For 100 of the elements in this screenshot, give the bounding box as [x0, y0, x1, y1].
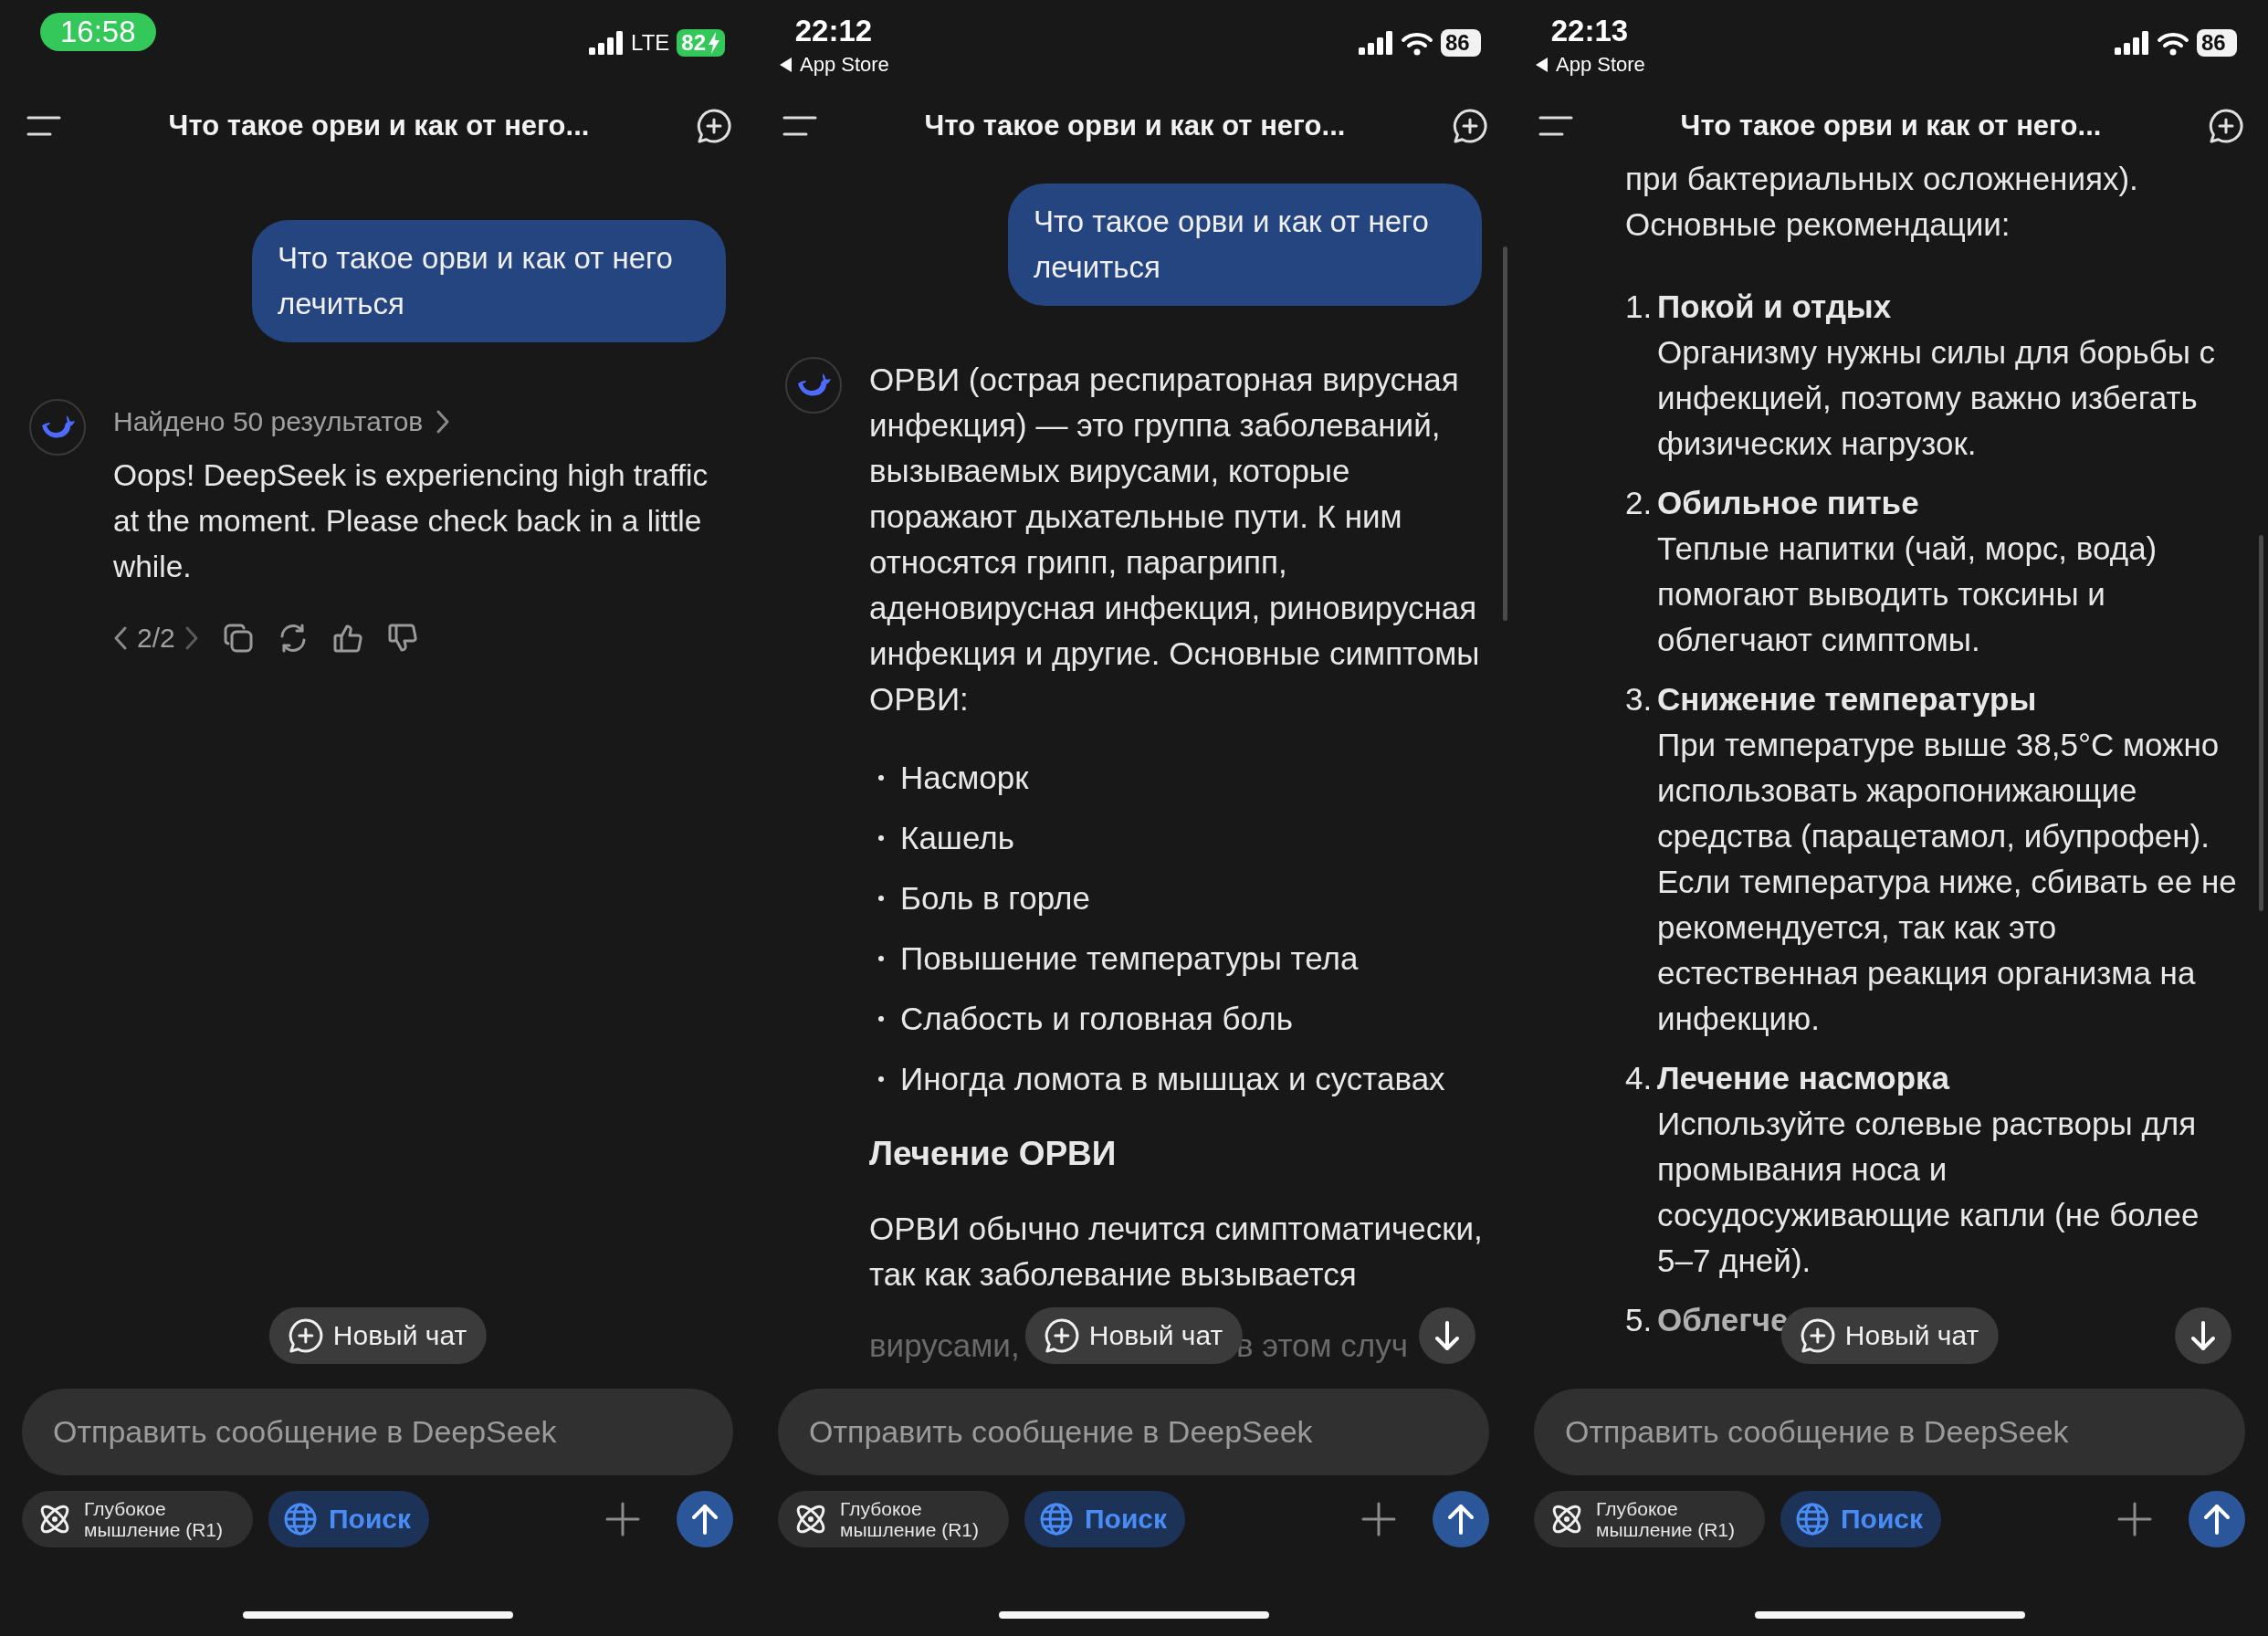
- list-item: Иногда ломота в мышцах и суставах: [900, 1061, 1445, 1097]
- list-number: 5.: [1625, 1301, 1654, 1339]
- deep-thinking-toggle[interactable]: Глубокое мышление (R1): [1534, 1491, 1765, 1547]
- signal-icon: [589, 31, 625, 55]
- attach-button[interactable]: [2116, 1501, 2153, 1537]
- menu-icon: [1538, 114, 1574, 138]
- menu-button[interactable]: [782, 114, 818, 138]
- chat-plus-icon: [287, 1317, 324, 1354]
- back-link[interactable]: App Store: [778, 53, 889, 77]
- dislike-button[interactable]: [386, 623, 418, 654]
- bullet-icon: [878, 775, 884, 781]
- next-button[interactable]: [184, 625, 199, 651]
- message-input[interactable]: Отправить сообщение в DeepSeek: [778, 1389, 1489, 1475]
- list-item-title: Снижение температуры: [1657, 680, 2038, 718]
- list-item-title: Обильное питье: [1657, 484, 1920, 522]
- chat-title: Что такое орви и как от него...: [924, 110, 1346, 142]
- list-number: 2.: [1625, 484, 1654, 522]
- list-item-text: Теплые напитки (чай, морс, вода) помогают выводить токсины и облегчают симптомы.: [1657, 530, 2158, 659]
- new-chat-button[interactable]: Новый чат: [268, 1307, 488, 1364]
- previous-button[interactable]: [113, 625, 128, 651]
- search-toggle[interactable]: Поиск: [1024, 1491, 1186, 1547]
- list-item: Повышение температуры тела: [900, 940, 1359, 977]
- message-input[interactable]: Отправить сообщение в DeepSeek: [22, 1389, 733, 1475]
- chevron-left-icon: [113, 625, 128, 651]
- list-item: Кашель: [900, 820, 1014, 856]
- list-number: 4.: [1625, 1059, 1654, 1097]
- wifi-icon: [1401, 30, 1433, 56]
- deep-thinking-toggle[interactable]: Глубокое мышление (R1): [778, 1491, 1009, 1547]
- list-number: 3.: [1625, 680, 1654, 718]
- user-message-bubble: Что такое орви и как от него лечиться: [1008, 184, 1482, 306]
- globe-icon: [1039, 1502, 1074, 1536]
- search-toggle[interactable]: Поиск: [1780, 1491, 1942, 1547]
- thumbs-down-icon: [386, 623, 418, 654]
- status-time: 22:12: [794, 13, 873, 49]
- chat-plus-icon: [1799, 1317, 1836, 1354]
- globe-icon: [1795, 1502, 1830, 1536]
- attach-button[interactable]: [1360, 1501, 1397, 1537]
- battery-level: 82: [681, 30, 706, 56]
- bullet-icon: [878, 896, 884, 901]
- back-link[interactable]: App Store: [1534, 53, 1645, 77]
- menu-icon: [782, 114, 818, 138]
- back-arrow-icon: [778, 57, 793, 73]
- new-chat-icon-button[interactable]: [2208, 108, 2244, 144]
- attach-button[interactable]: [604, 1501, 641, 1537]
- bullet-icon: [878, 1076, 884, 1082]
- bullet-icon: [878, 835, 884, 841]
- list-item: Насморк: [900, 760, 1029, 796]
- menu-button[interactable]: [26, 114, 62, 138]
- status-time: 16:58: [40, 13, 156, 51]
- plus-icon: [1360, 1501, 1397, 1537]
- wifi-icon: [2157, 30, 2189, 56]
- thumbs-up-icon: [331, 623, 363, 654]
- like-button[interactable]: [331, 623, 363, 654]
- plus-icon: [604, 1501, 641, 1537]
- arrow-up-icon: [2202, 1503, 2231, 1536]
- chat-plus-icon: [2208, 108, 2244, 144]
- search-toggle[interactable]: Поиск: [268, 1491, 430, 1547]
- back-arrow-icon: [1534, 57, 1549, 73]
- response-paragraph: ОРВИ обычно лечится симптоматически, так как заболевание вызывается: [869, 1210, 1484, 1294]
- lightning-icon: [708, 32, 720, 54]
- globe-icon: [283, 1502, 318, 1536]
- list-item-title: Лечение насморка: [1657, 1059, 1951, 1097]
- network-label: LTE: [631, 30, 670, 56]
- list-item: Слабость и головная боль: [900, 1001, 1293, 1037]
- arrow-down-icon: [2189, 1320, 2217, 1351]
- menu-button[interactable]: [1538, 114, 1574, 138]
- chat-plus-icon: [1043, 1317, 1080, 1354]
- search-results-link[interactable]: Найдено 50 результатов: [113, 399, 711, 445]
- response-paragraph: Oops! DeepSeek is experiencing high traffic at the moment. Please check back in a little while.: [113, 457, 709, 585]
- chat-plus-icon: [1452, 108, 1488, 144]
- arrow-up-icon: [690, 1503, 719, 1536]
- signal-icon: [2115, 31, 2149, 55]
- bullet-icon: [878, 1016, 884, 1022]
- chat-plus-icon: [696, 108, 732, 144]
- bullet-icon: [878, 956, 884, 961]
- arrow-up-icon: [1446, 1503, 1475, 1536]
- list-item-text: Организму нужны силы для борьбы с инфекцией, поэтому важно избегать физических нагрузок.: [1657, 333, 2217, 463]
- chat-title: Что такое орви и как от него...: [168, 110, 590, 142]
- arrow-down-icon: [1433, 1320, 1461, 1351]
- battery-level: 86: [2201, 30, 2226, 56]
- copy-icon: [222, 623, 254, 654]
- chevron-right-icon: [184, 625, 199, 651]
- status-time: 22:13: [1550, 13, 1629, 49]
- chat-title: Что такое орви и как от него...: [1680, 110, 2102, 142]
- list-item-text: При температуре выше 38,5°C можно использовать жаропонижающие средства (парацетамол, ибупрофен). Если температура ниже, сбивать ее не рекомендуется, так как это естественная реакция организма на инфекцию.: [1657, 726, 2238, 1038]
- signal-icon: [1359, 31, 1393, 55]
- plus-icon: [2116, 1501, 2153, 1537]
- menu-icon: [26, 114, 62, 138]
- message-input[interactable]: Отправить сообщение в DeepSeek: [1534, 1389, 2245, 1475]
- chevron-right-icon: [436, 409, 451, 435]
- list-number: 1.: [1625, 288, 1654, 326]
- response-paragraph: ОРВИ (острая респираторная вирусная инфекция) — это группа заболеваний, вызываемых вирусами, которые поражают дыхательные пути. К ним относятся грипп, парагрипп, аденовирусная инфекция, риновирусная инфекция и другие. Основные симптомы ОРВИ:: [869, 361, 1481, 718]
- copy-button[interactable]: [222, 623, 254, 654]
- user-message-bubble: Что такое орви и как от него лечиться: [252, 220, 726, 342]
- faded-text: вирусами,: [869, 1327, 1020, 1365]
- deep-thinking-toggle[interactable]: Глубокое мышление (R1): [22, 1491, 253, 1547]
- section-heading: Лечение ОРВИ: [869, 1134, 1118, 1174]
- new-chat-icon-button[interactable]: [1452, 108, 1488, 144]
- new-chat-icon-button[interactable]: [696, 108, 732, 144]
- list-item-text: Используйте солевые растворы для промывания носа и сосудосуживающие капли (не более 5–7 дней).: [1657, 1105, 2200, 1280]
